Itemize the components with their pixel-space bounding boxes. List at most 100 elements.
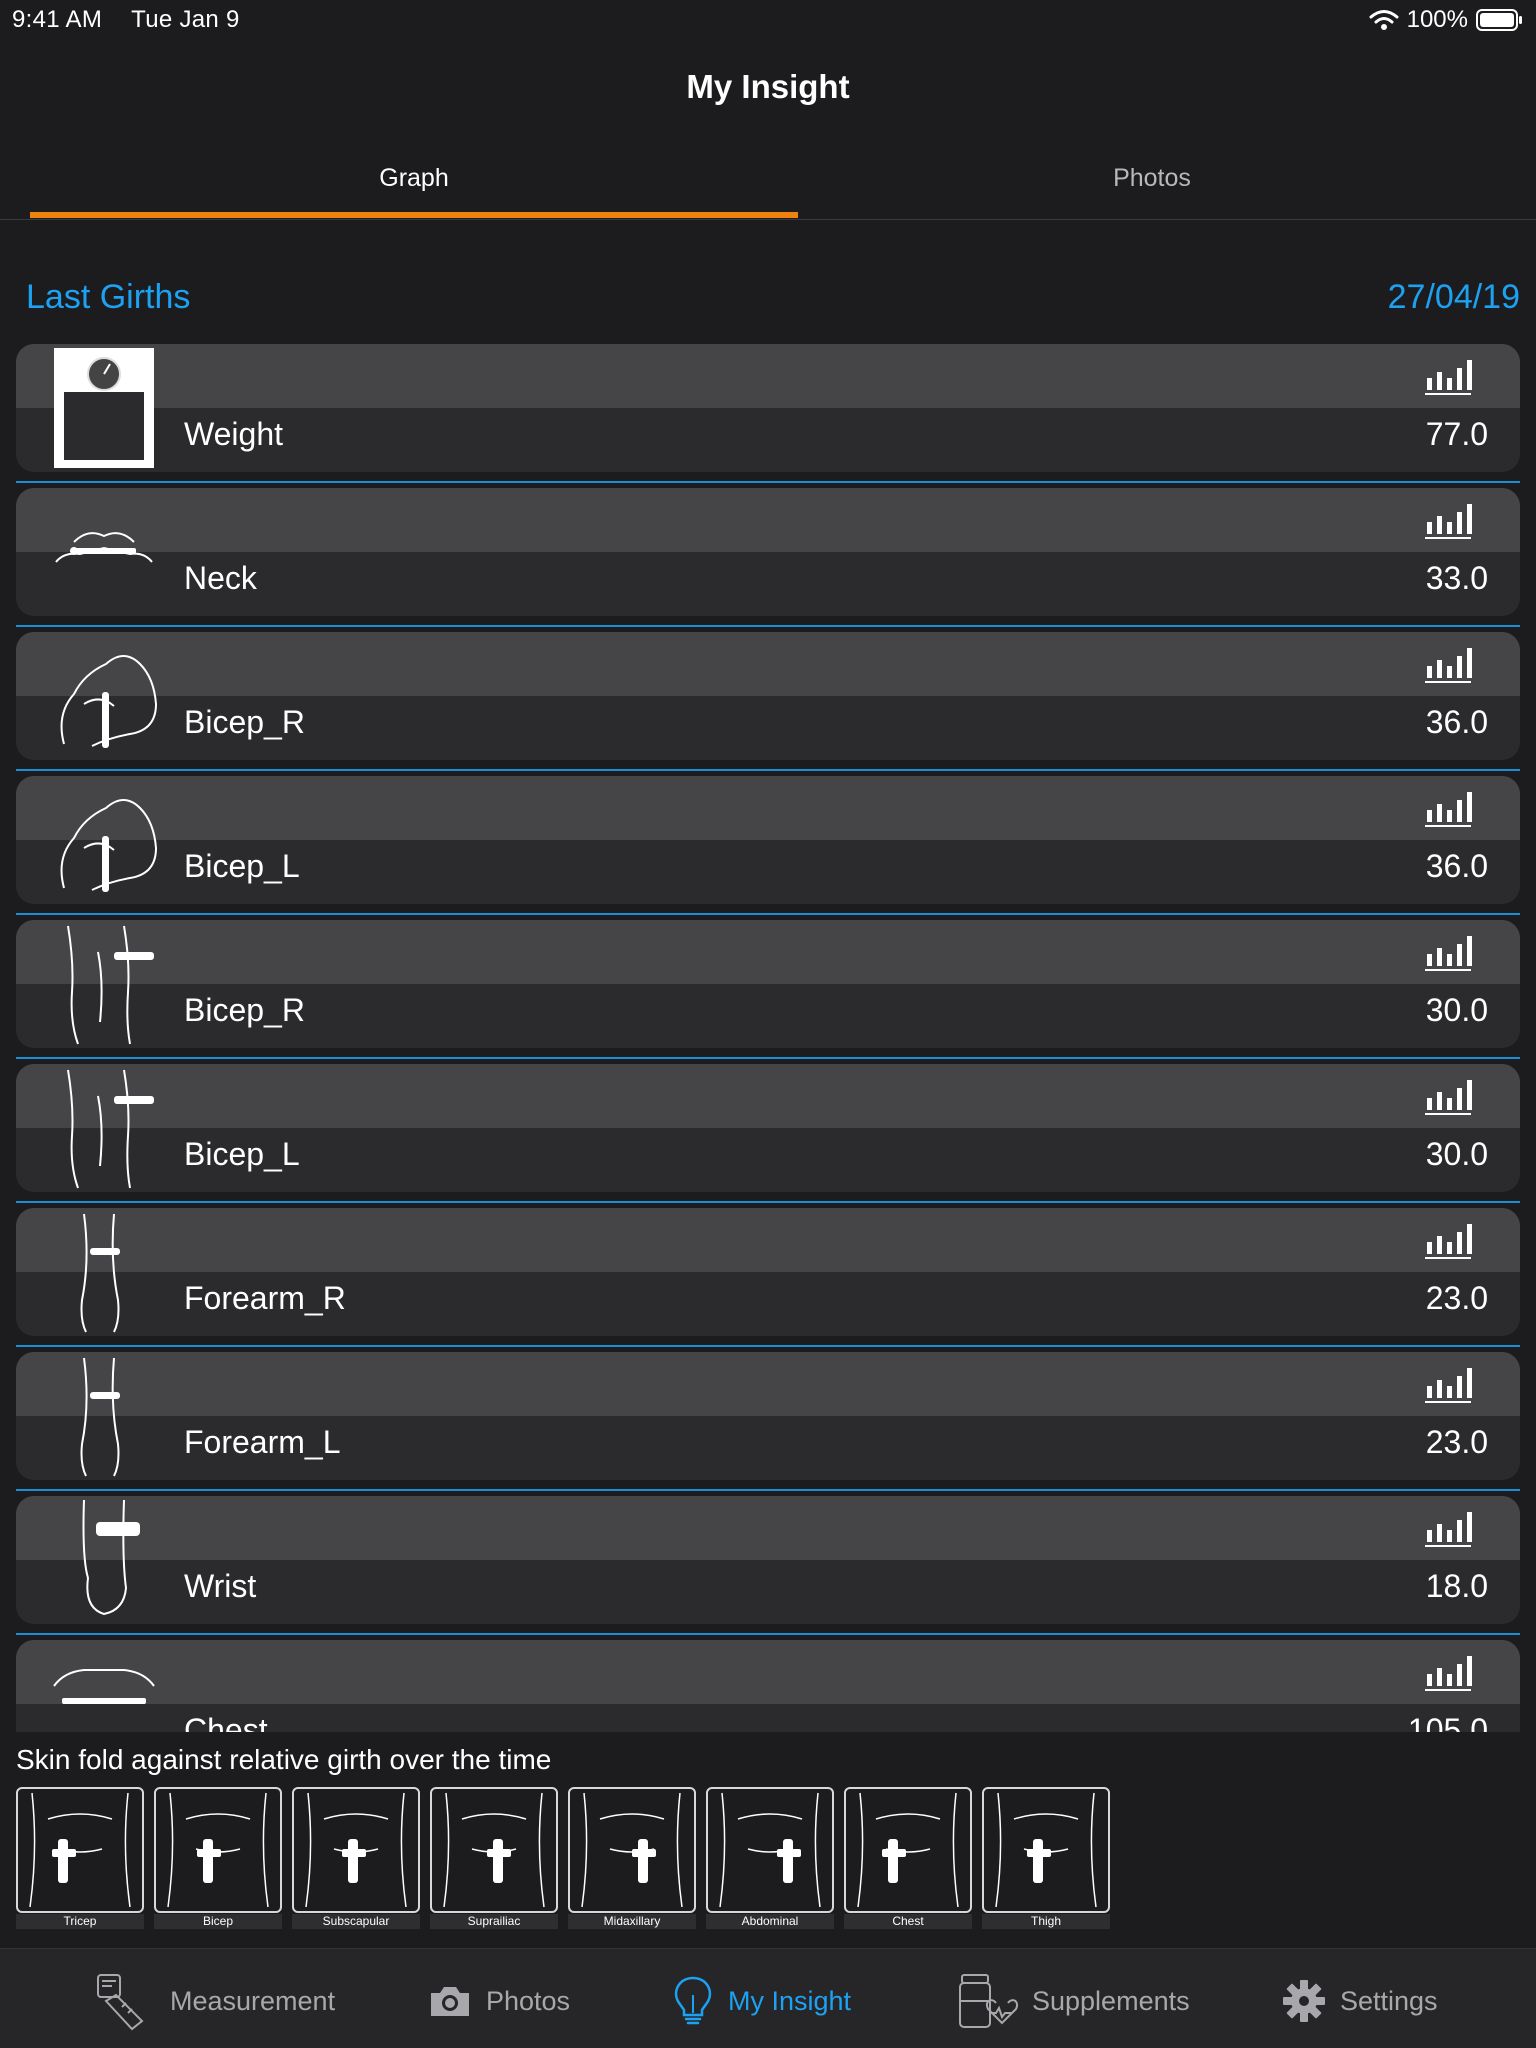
skinfold-tile[interactable]: Abdominal [706, 1787, 834, 1929]
row-header-band [16, 1640, 1520, 1704]
girth-row[interactable]: Neck 33.0 [16, 488, 1520, 616]
girth-label: Wrist [184, 1568, 257, 1604]
girth-row[interactable]: Forearm_R 23.0 [16, 1208, 1520, 1336]
forearm-icon [80, 1213, 120, 1333]
skinfold-label: Chest [844, 1914, 972, 1929]
girth-value: 77.0 [1425, 416, 1488, 452]
bar-chart-icon[interactable] [1424, 646, 1472, 684]
gear-icon [1283, 1980, 1325, 2022]
wifi-icon [1369, 10, 1399, 30]
section-title: Last Girths [26, 278, 191, 316]
girth-row[interactable]: Bicep_R 36.0 [16, 632, 1520, 760]
row-separator [16, 625, 1520, 627]
torso-caliper-icon [995, 1792, 1097, 1908]
skinfold-title: Skin fold against relative girth over th… [16, 1744, 552, 1775]
bar-chart-icon[interactable] [1424, 934, 1472, 972]
girth-label: Weight [184, 416, 284, 452]
skinfold-label: Suprailiac [430, 1914, 558, 1929]
bicep-flex-icon [60, 655, 158, 748]
bar-chart-icon[interactable] [1424, 790, 1472, 828]
girth-value: 36.0 [1425, 848, 1488, 884]
girth-value: 30.0 [1425, 1136, 1488, 1172]
row-separator [16, 769, 1520, 771]
battery-percent: 100% [1406, 6, 1468, 33]
row-header-band [16, 776, 1520, 840]
row-header-band [16, 1496, 1520, 1560]
bar-chart-icon[interactable] [1424, 1510, 1472, 1548]
supplements-icon [959, 1974, 1018, 2028]
bar-chart-icon[interactable] [1424, 1654, 1472, 1692]
skinfold-label: Bicep [154, 1914, 282, 1929]
view-tabs: Graph Photos [0, 150, 1536, 220]
skinfold-tile[interactable]: Suprailiac [430, 1787, 558, 1929]
bar-chart-icon[interactable] [1424, 1222, 1472, 1260]
torso-caliper-icon [719, 1792, 821, 1908]
forearm-icon [80, 1357, 120, 1477]
skinfold-tile[interactable]: Tricep [16, 1787, 144, 1929]
status-time: 9:41 AM [12, 6, 103, 33]
row-separator [16, 1345, 1520, 1347]
page-title: My Insight [686, 68, 850, 105]
bar-chart-icon[interactable] [1424, 1078, 1472, 1116]
skinfold-panel: Skin fold against relative girth over th… [0, 1732, 1536, 1948]
girth-value: 36.0 [1425, 704, 1488, 740]
row-header-band [16, 632, 1520, 696]
bar-chart-icon[interactable] [1424, 502, 1472, 540]
bicep-flex-icon [60, 799, 158, 892]
section-date: 27/04/19 [1387, 278, 1520, 316]
skinfold-image [430, 1787, 558, 1913]
bar-chart-icon[interactable] [1424, 358, 1472, 396]
tab-photos[interactable]: Photos [798, 164, 1506, 193]
tab-graph[interactable]: Graph [30, 164, 798, 193]
battery-icon [1476, 9, 1522, 31]
skinfold-tile[interactable]: Bicep [154, 1787, 282, 1929]
girth-label: Bicep_R [184, 704, 305, 740]
girth-row[interactable]: Weight 77.0 [16, 344, 1520, 472]
row-header-band [16, 488, 1520, 552]
status-bar: 9:41 AM Tue Jan 9 100% [0, 0, 1536, 40]
skinfold-image [982, 1787, 1110, 1913]
girth-value: 105.0 [1407, 1712, 1488, 1732]
skinfold-image [154, 1787, 282, 1913]
section-header: Last Girths 27/04/19 [26, 278, 1520, 322]
girth-row[interactable]: Bicep_R 30.0 [16, 920, 1520, 1048]
row-separator [16, 1201, 1520, 1203]
girth-list[interactable]: Weight 77.0 Neck 33.0 Bicep_R 36.0 Bicep_L 36.0… [0, 344, 1536, 1732]
tabbar-supplements[interactable]: Supplements [956, 1971, 1190, 2031]
girth-row[interactable]: Wrist 18.0 [16, 1496, 1520, 1624]
girth-row[interactable]: Chest 105.0 [16, 1640, 1520, 1732]
girth-row[interactable]: Forearm_L 23.0 [16, 1352, 1520, 1480]
girth-row[interactable]: Bicep_L 36.0 [16, 776, 1520, 904]
girth-label: Chest [184, 1712, 268, 1732]
skinfold-label: Thigh [982, 1914, 1110, 1929]
girth-label: Bicep_L [184, 1136, 300, 1172]
tabbar-measurement[interactable]: Measurement [92, 1971, 335, 2031]
wrist-icon [82, 1499, 140, 1616]
measurement-icon [97, 1974, 144, 2031]
row-header-band [16, 1352, 1520, 1416]
skinfold-image [292, 1787, 420, 1913]
row-header-band [16, 344, 1520, 408]
girth-row[interactable]: Bicep_L 30.0 [16, 1064, 1520, 1192]
tabbar-photos[interactable]: Photos [428, 1971, 570, 2031]
weight-scale-icon [54, 348, 154, 468]
skinfold-tile[interactable]: Chest [844, 1787, 972, 1929]
bar-chart-icon[interactable] [1424, 1366, 1472, 1404]
tab-bar: Measurement Photos My Insight Supplement… [0, 1948, 1536, 2048]
skinfold-image [706, 1787, 834, 1913]
skinfold-tile[interactable]: Midaxillary [568, 1787, 696, 1929]
skinfold-tile[interactable]: Thigh [982, 1787, 1110, 1929]
girth-value: 33.0 [1425, 560, 1488, 596]
status-time-date: 9:41 AM Tue Jan 9 [12, 6, 240, 34]
row-header-band [16, 920, 1520, 984]
girth-value: 23.0 [1425, 1424, 1488, 1460]
girth-label: Bicep_R [184, 992, 305, 1028]
girth-value: 23.0 [1425, 1280, 1488, 1316]
row-separator [16, 1057, 1520, 1059]
status-date: Tue Jan 9 [131, 6, 240, 33]
tabbar-my-insight[interactable]: My Insight [672, 1971, 851, 2031]
tabbar-settings[interactable]: Settings [1282, 1971, 1438, 2031]
skinfold-tile[interactable]: Subscapular [292, 1787, 420, 1929]
row-separator [16, 1633, 1520, 1635]
row-separator [16, 913, 1520, 915]
